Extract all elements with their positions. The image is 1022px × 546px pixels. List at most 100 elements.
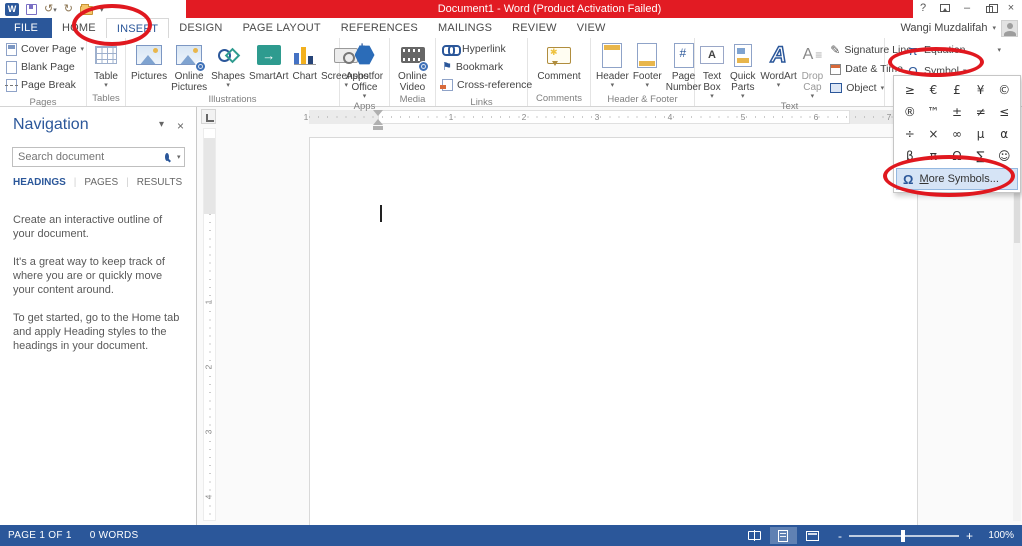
tab-file[interactable]: FILE	[0, 18, 53, 38]
zoom-percentage[interactable]: 100%	[980, 530, 1014, 541]
symbol-cell[interactable]: ≤	[992, 101, 1016, 123]
read-mode-button[interactable]	[741, 527, 768, 544]
drop-cap-button[interactable]: A Drop Cap ▾	[800, 40, 826, 101]
symbol-cell[interactable]: £	[945, 79, 969, 101]
tab-stop-selector[interactable]	[201, 109, 216, 124]
symbol-cell[interactable]: ∑	[969, 145, 993, 167]
cover-page-button[interactable]: Cover Page ▾	[3, 40, 84, 58]
avatar[interactable]	[1001, 19, 1018, 37]
hyperlink-button[interactable]: Hyperlink	[439, 40, 524, 58]
symbol-cell[interactable]: α	[992, 123, 1016, 145]
search-dropdown-icon[interactable]: ▾	[177, 154, 181, 161]
vertical-ruler[interactable]: 1 2 3 4	[203, 128, 216, 521]
symbol-cell[interactable]: ¥	[969, 79, 993, 101]
account-area[interactable]: Wangi Muzdalifah ▾	[900, 18, 1018, 38]
nav-tab-results[interactable]: RESULTS	[137, 177, 182, 188]
group-label-links: Links	[470, 97, 493, 108]
table-button[interactable]: Table ▾	[92, 40, 120, 92]
zoom-slider-thumb[interactable]	[900, 529, 905, 542]
symbol-cell[interactable]: ™	[922, 101, 946, 123]
tab-review[interactable]: REVIEW	[502, 18, 567, 38]
quick-parts-button[interactable]: Quick Parts ▾	[728, 40, 758, 100]
symbol-cell[interactable]: µ	[969, 123, 993, 145]
footer-button[interactable]: Footer ▾	[631, 40, 664, 93]
search-box[interactable]: ▾	[12, 147, 185, 167]
symbol-cell[interactable]: β	[898, 145, 922, 167]
nav-collapse-icon[interactable]: ▾	[159, 119, 164, 130]
symbol-cell[interactable]: ±	[945, 101, 969, 123]
open-folder-icon[interactable]	[79, 3, 93, 15]
close-button[interactable]: ×	[1000, 0, 1022, 16]
navigation-tabs: HEADINGS | PAGES | RESULTS	[13, 177, 183, 188]
nav-close-icon[interactable]: ×	[177, 119, 184, 133]
online-pictures-button[interactable]: Online Pictures	[169, 40, 209, 93]
qat-customize-button[interactable]: ▾	[100, 3, 104, 15]
symbol-cell[interactable]: ≠	[969, 101, 993, 123]
save-icon[interactable]	[26, 3, 37, 15]
search-input[interactable]	[13, 151, 165, 163]
print-layout-button[interactable]	[769, 527, 797, 544]
symbol-cell[interactable]: ×	[922, 123, 946, 145]
symbol-cell[interactable]: π	[922, 145, 946, 167]
blank-page-button[interactable]: Blank Page	[3, 58, 83, 76]
tab-insert[interactable]: INSERT	[105, 18, 170, 38]
dropdown-arrow-icon: ▾	[104, 82, 108, 89]
page-break-button[interactable]: Page Break	[3, 76, 83, 94]
indent-markers[interactable]	[372, 110, 384, 132]
shapes-button[interactable]: Shapes ▾	[209, 40, 247, 93]
symbol-cell[interactable]: ÷	[898, 123, 922, 145]
bookmark-button[interactable]: ⚑ Bookmark	[439, 58, 524, 76]
redo-icon[interactable]: ↻	[64, 3, 73, 15]
ribbon-display-icon	[940, 4, 950, 12]
zoom-in-button[interactable]: +	[966, 529, 973, 543]
zoom-out-button[interactable]: -	[838, 529, 842, 543]
ruler-number: 1	[203, 299, 214, 305]
tab-page-layout[interactable]: PAGE LAYOUT	[233, 18, 331, 38]
tab-home[interactable]: HOME	[52, 18, 106, 38]
restore-button[interactable]	[978, 0, 1000, 16]
symbol-cell[interactable]: ∞	[945, 123, 969, 145]
tab-references[interactable]: REFERENCES	[331, 18, 428, 38]
chart-button[interactable]: Chart	[291, 40, 319, 93]
equation-button[interactable]: π Equation ▾	[903, 41, 1019, 59]
nav-paragraph: It's a great way to keep track of where …	[13, 256, 165, 296]
undo-button[interactable]: ↺▾	[44, 3, 57, 15]
ruler-number: 2	[521, 112, 527, 122]
help-button[interactable]: ?	[912, 0, 934, 16]
search-icon[interactable]	[165, 153, 169, 161]
omega-icon: Ω	[903, 171, 914, 187]
web-layout-icon	[805, 530, 819, 541]
cover-page-icon	[6, 42, 17, 56]
tab-view[interactable]: VIEW	[567, 18, 616, 38]
symbol-cell[interactable]: €	[922, 79, 946, 101]
page-indicator[interactable]: PAGE 1 OF 1	[8, 530, 72, 541]
tab-mailings[interactable]: MAILINGS	[428, 18, 502, 38]
minimize-button[interactable]: –	[956, 0, 978, 16]
more-symbols-menu-item[interactable]: Ω More Symbols...	[896, 168, 1018, 190]
symbol-cell[interactable]: ☺	[992, 145, 1016, 167]
cross-reference-button[interactable]: Cross-reference	[439, 76, 532, 94]
comment-button[interactable]: Comment	[535, 40, 582, 92]
account-dropdown-icon[interactable]: ▾	[992, 25, 996, 32]
group-media: Online Video Media	[390, 38, 436, 106]
bookmark-icon: ⚑	[442, 60, 452, 73]
symbol-cell[interactable]: Ω	[945, 145, 969, 167]
zoom-slider[interactable]	[848, 529, 959, 542]
header-button[interactable]: Header ▾	[594, 40, 631, 93]
nav-tab-pages[interactable]: PAGES	[84, 177, 118, 188]
web-layout-button[interactable]	[799, 527, 826, 544]
online-video-button[interactable]: Online Video	[393, 40, 432, 93]
nav-tab-headings[interactable]: HEADINGS	[13, 177, 66, 188]
document-page[interactable]	[309, 137, 918, 525]
symbol-cell[interactable]: ©	[992, 79, 1016, 101]
ribbon-display-options-button[interactable]	[934, 0, 956, 16]
wordart-button[interactable]: A WordArt ▾	[760, 40, 798, 100]
undo-dropdown-icon[interactable]: ▾	[53, 7, 57, 14]
symbol-cell[interactable]: ®	[898, 101, 922, 123]
word-count[interactable]: 0 WORDS	[90, 530, 139, 541]
symbol-cell[interactable]: ≥	[898, 79, 922, 101]
smartart-button[interactable]: → SmartArt	[247, 40, 290, 93]
pictures-button[interactable]: Pictures	[129, 40, 169, 93]
text-box-button[interactable]: Text Box ▾	[698, 40, 726, 100]
tab-design[interactable]: DESIGN	[169, 18, 232, 38]
